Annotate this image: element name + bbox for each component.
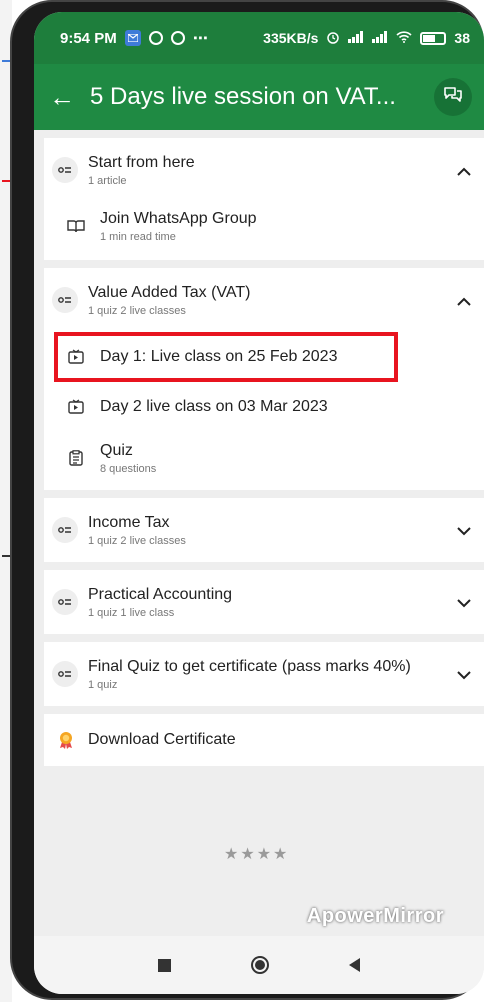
- watermark: ApowerMirror: [306, 905, 444, 927]
- highlight-box: [54, 332, 398, 382]
- pause-notification-icon: [170, 31, 185, 45]
- section-key-icon: [52, 157, 78, 183]
- lesson-title: Day 2 live class on 03 Mar 2023: [100, 398, 328, 415]
- status-bar: 9:54 PM ⋯ 335KB/s 38: [34, 12, 484, 64]
- mail-notification-icon: [124, 30, 141, 46]
- chevron-up-icon[interactable]: [444, 160, 484, 181]
- phone-frame: 9:54 PM ⋯ 335KB/s 38 ← 5 Days live sessi…: [10, 0, 484, 1000]
- background-mark: [2, 555, 10, 557]
- section-title: Practical Accounting: [88, 585, 233, 603]
- lesson-title: Join WhatsApp Group: [100, 209, 257, 227]
- section-subtitle: 1 quiz 2 live classes: [88, 304, 186, 317]
- lesson-subtitle: 8 questions: [100, 462, 157, 475]
- lesson-item[interactable]: Day 2 live class on 03 Mar 2023: [44, 382, 484, 432]
- section-vat: Value Added Tax (VAT) 1 quiz 2 live clas…: [44, 268, 484, 490]
- app-bar: ← 5 Days live session on VAT...: [34, 64, 484, 130]
- quiz-clipboard-icon: [66, 448, 86, 468]
- sync-notification-icon: [148, 31, 163, 45]
- lesson-subtitle: 1 min read time: [100, 230, 176, 243]
- system-nav-bar: [34, 936, 484, 994]
- section-title: Income Tax: [88, 513, 170, 531]
- section-header[interactable]: Practical Accounting 1 quiz 1 live class: [44, 570, 484, 634]
- section-key-icon: [52, 517, 78, 543]
- book-icon: [66, 216, 86, 236]
- background-mark: [2, 180, 10, 182]
- chevron-down-icon[interactable]: [444, 520, 484, 541]
- section-practical-accounting: Practical Accounting 1 quiz 1 live class: [44, 570, 484, 634]
- section-header[interactable]: Start from here 1 article: [44, 138, 484, 202]
- chevron-up-icon[interactable]: [444, 290, 484, 311]
- section-header[interactable]: Value Added Tax (VAT) 1 quiz 2 live clas…: [44, 268, 484, 332]
- signal-icon-2: [372, 30, 388, 46]
- network-speed: 335KB/s: [263, 30, 319, 46]
- section-key-icon: [52, 589, 78, 615]
- status-time: 9:54 PM: [60, 29, 117, 47]
- chat-bubbles-icon: [443, 86, 463, 109]
- section-income-tax: Income Tax 1 quiz 2 live classes: [44, 498, 484, 562]
- status-more: ⋯: [192, 30, 208, 47]
- section-key-icon: [52, 287, 78, 313]
- phone-screen: 9:54 PM ⋯ 335KB/s 38 ← 5 Days live sessi…: [34, 12, 484, 994]
- section-key-icon: [52, 661, 78, 687]
- signal-icon-1: [348, 30, 364, 46]
- chevron-down-icon[interactable]: [444, 664, 484, 685]
- home-icon[interactable]: [251, 956, 269, 974]
- alarm-icon: [326, 30, 340, 47]
- download-certificate-row[interactable]: Download Certificate: [44, 714, 484, 766]
- course-section-list: Start from here 1 article Join WhatsApp …: [44, 138, 484, 774]
- highlighted-lesson-wrapper: Day 1: Live class on 25 Feb 2023: [44, 332, 484, 382]
- section-subtitle: 1 quiz: [88, 678, 118, 691]
- live-class-icon: [66, 397, 86, 417]
- chevron-down-icon[interactable]: [444, 592, 484, 613]
- wifi-icon: [396, 30, 412, 46]
- chat-button[interactable]: [434, 78, 472, 116]
- section-subtitle: 1 quiz 2 live classes: [88, 534, 186, 547]
- section-title: Start from here: [88, 153, 195, 171]
- background-mark: [2, 60, 10, 62]
- decorative-background: ★★★★: [224, 846, 290, 863]
- lesson-title: Quiz: [100, 441, 133, 459]
- lesson-item[interactable]: Join WhatsApp Group 1 min read time: [44, 202, 484, 260]
- battery-icon: [420, 31, 447, 45]
- lesson-item[interactable]: Quiz 8 questions: [44, 432, 484, 490]
- certificate-badge-icon: [56, 730, 76, 750]
- download-certificate-label: Download Certificate: [88, 731, 236, 748]
- section-subtitle: 1 article: [88, 174, 127, 187]
- back-arrow-icon[interactable]: ←: [34, 82, 90, 113]
- section-title: Value Added Tax (VAT): [88, 283, 251, 301]
- section-header[interactable]: Income Tax 1 quiz 2 live classes: [44, 498, 484, 562]
- recent-apps-icon[interactable]: [158, 958, 171, 972]
- section-start-from-here: Start from here 1 article Join WhatsApp …: [44, 138, 484, 260]
- section-header[interactable]: Final Quiz to get certificate (pass mark…: [44, 642, 484, 706]
- section-title: Final Quiz to get certificate (pass mark…: [88, 657, 411, 675]
- section-subtitle: 1 quiz 1 live class: [88, 606, 175, 619]
- page-title: 5 Days live session on VAT...: [90, 83, 396, 110]
- battery-level: 38: [454, 30, 470, 46]
- back-triangle-icon[interactable]: [349, 958, 360, 972]
- section-final-quiz: Final Quiz to get certificate (pass mark…: [44, 642, 484, 706]
